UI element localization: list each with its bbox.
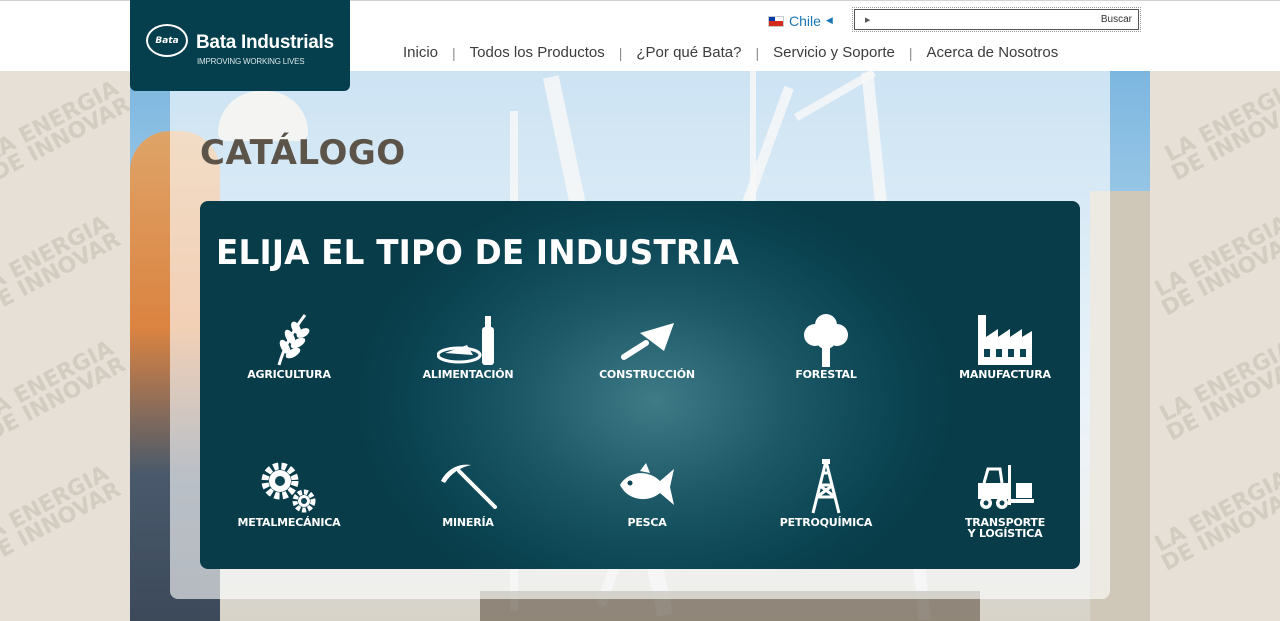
nav-item-acerca-de-nosotros[interactable]: Acerca de Nosotros: [926, 44, 1058, 61]
nav-separator: |: [452, 44, 456, 61]
triangle-left-icon: ◀: [825, 16, 833, 26]
watermark-text: LA ENERGIA DE INNOVAR: [1155, 336, 1280, 447]
nav-item-servicio-y-soporte[interactable]: Servicio y Soporte: [773, 44, 895, 61]
search-input[interactable]: [876, 10, 1101, 29]
nav-item-por-que-bata[interactable]: ¿Por qué Bata?: [636, 44, 741, 61]
country-selector[interactable]: Chile ◀: [768, 13, 833, 29]
trowel-icon: [621, 323, 674, 360]
industry-label: CONSTRUCCIÓN: [599, 368, 695, 381]
forklift-icon: [978, 465, 1034, 509]
caret-right-icon: ▶: [865, 15, 871, 24]
nav-item-inicio[interactable]: Inicio: [403, 44, 438, 61]
industry-agricultura[interactable]: AGRICULTURA: [200, 311, 378, 380]
industry-forestal[interactable]: FORESTAL: [737, 311, 915, 380]
bata-badge: Bata: [146, 24, 188, 57]
industry-petroquimica[interactable]: PETROQUÍMICA: [737, 459, 915, 528]
tree-icon: [804, 314, 848, 367]
gears-icon: [261, 462, 316, 513]
industry-label: MINERÍA: [442, 516, 494, 529]
industry-alimentacion[interactable]: ALIMENTACIÓN: [379, 311, 557, 380]
search-box: ▶ Buscar: [852, 7, 1141, 32]
nav-separator: |: [908, 44, 913, 61]
industry-manufactura[interactable]: MANUFACTURA: [916, 311, 1094, 380]
industry-label: TRANSPORTE Y LOGÍSTICA: [964, 516, 1046, 540]
country-name: Chile: [789, 13, 821, 29]
industry-selector: ELIJA EL TIPO DE INDUSTRIA AGRICULTURA A…: [200, 201, 1080, 569]
industry-label: MANUFACTURA: [959, 368, 1051, 381]
page-title: CATÁLOGO: [200, 133, 406, 173]
search-button[interactable]: Buscar: [1101, 14, 1138, 25]
watermark-text: LA ENERGIA DE INNOVAR: [0, 461, 125, 572]
nav-item-todos-los-productos[interactable]: Todos los Productos: [470, 44, 605, 61]
industry-pesca[interactable]: PESCA: [558, 459, 736, 528]
watermark-text: LA ENERGIA DE INNOVAR: [0, 336, 130, 447]
pickaxe-icon: [441, 464, 497, 509]
industry-label: FORESTAL: [795, 368, 857, 381]
oil-derrick-icon: [811, 459, 841, 514]
nav-separator: |: [618, 44, 623, 61]
industry-metalmecanica[interactable]: METALMECÁNICA: [200, 459, 378, 528]
industry-construccion[interactable]: CONSTRUCCIÓN: [558, 311, 736, 380]
industry-label: PETROQUÍMICA: [779, 516, 873, 529]
factory-icon: [978, 315, 1032, 365]
logo-brand-name: Bata Industrials: [196, 32, 334, 53]
industry-mineria[interactable]: MINERÍA: [379, 459, 557, 528]
food-bottle-icon: [437, 316, 494, 365]
watermark-text: LA ENERGIA DE INNOVAR: [1150, 466, 1280, 577]
industry-selector-title: ELIJA EL TIPO DE INDUSTRIA: [216, 233, 740, 273]
watermark-text: LA ENERGIA DE INNOVAR: [0, 76, 135, 187]
watermark-text: LA ENERGIA DE INNOVAR: [0, 211, 125, 322]
fish-icon: [620, 463, 674, 505]
nav-separator: |: [755, 44, 760, 61]
wheat-icon: [277, 314, 310, 366]
watermark-text: LA ENERGIA DE INNOVAR: [1150, 211, 1280, 322]
watermark-text: LA ENERGIA DE INNOVAR: [1160, 76, 1280, 187]
industry-label: AGRICULTURA: [247, 368, 331, 381]
industry-label: PESCA: [627, 516, 667, 529]
chile-flag-icon: [768, 15, 784, 27]
industry-label: METALMECÁNICA: [237, 516, 341, 529]
main-nav: Inicio | Todos los Productos | ¿Por qué …: [403, 44, 1058, 61]
logo[interactable]: Bata Bata Industrials IMPROVING WORKING …: [130, 0, 350, 91]
logo-tagline: IMPROVING WORKING LIVES: [197, 57, 305, 66]
industry-transporte-y-logistica[interactable]: TRANSPORTE Y LOGÍSTICA: [916, 459, 1094, 539]
industry-label: ALIMENTACIÓN: [422, 368, 514, 381]
